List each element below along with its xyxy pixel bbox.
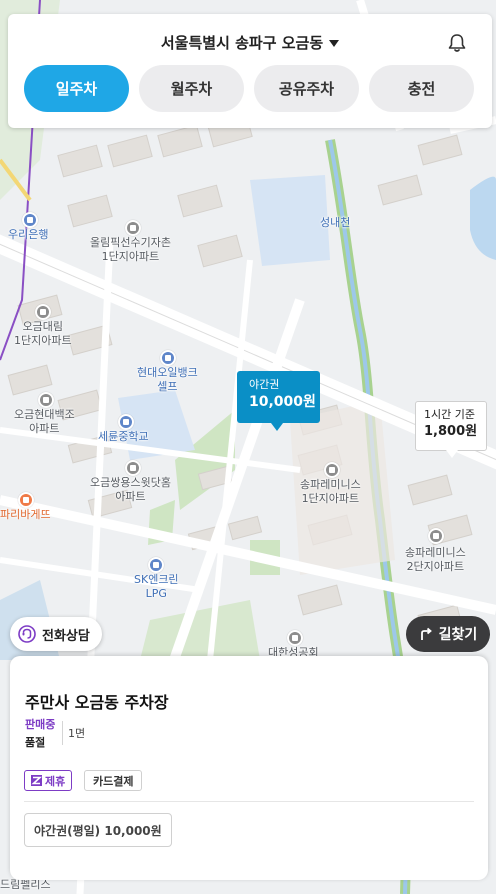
location-selector[interactable]: 서울특별시 송파구 오금동	[8, 32, 492, 53]
directions-button[interactable]: 길찾기	[406, 616, 490, 652]
sheet-divider	[24, 801, 474, 802]
apartment-icon	[35, 304, 51, 320]
map-label-hyundai-oil: 현대오일뱅크 셀프	[137, 366, 198, 393]
status-divider	[62, 721, 63, 745]
map-label-olympic-village: 올림픽선수기자촌 1단지아파트	[90, 236, 171, 263]
partner-badge-label: 제휴	[45, 774, 66, 788]
parking-slots: 1면	[68, 727, 86, 740]
parking-marker-selected[interactable]: 야간권 10,000원	[237, 371, 320, 431]
headset-icon	[18, 625, 36, 643]
map-label-ogeum-daelim: 오금대림 1단지아파트	[14, 320, 72, 347]
map-label-bank: 우리은행	[8, 228, 49, 241]
partner-logo-icon	[31, 775, 43, 786]
map-label-ssangyong: 오금쌍용스윗닷홈 아파트	[90, 476, 171, 503]
location-label: 서울특별시 송파구 오금동	[160, 34, 324, 52]
apartment-icon	[428, 528, 444, 544]
gas-station-icon	[160, 350, 176, 366]
marker-ticket-type: 1시간 기준	[424, 408, 475, 421]
map-label-seongnaecheon: 성내천	[320, 216, 351, 229]
parking-marker[interactable]: 1시간 기준 1,800원	[415, 401, 487, 458]
gas-station-icon	[148, 557, 164, 573]
apartment-icon	[38, 392, 54, 408]
map-label-ogeum-hyundai: 오금현대백조 아파트	[14, 408, 75, 435]
marker-ticket-type: 야간권	[249, 378, 280, 391]
tab-shared[interactable]: 공유주차	[254, 65, 359, 112]
directions-label: 길찾기	[438, 627, 478, 643]
parking-detail-sheet[interactable]: 주만사 오금동 주차장 판매중 품절 1면 제휴 카드결제 야간권(평일) 10…	[10, 656, 488, 880]
apartment-icon	[324, 462, 340, 478]
phone-consult-label: 전화상담	[42, 628, 90, 644]
church-icon	[287, 630, 303, 646]
school-icon	[118, 414, 134, 430]
apartment-icon	[125, 460, 141, 476]
card-payment-badge: 카드결제	[84, 770, 143, 791]
bank-icon	[22, 212, 38, 228]
marker-price: 10,000원	[249, 394, 316, 410]
map-label-songpa-remimis-1: 송파레미니스 1단지아파트	[300, 478, 361, 505]
top-panel: 서울특별시 송파구 오금동 일주차 월주차 공유주차 충전	[8, 14, 492, 128]
bell-icon[interactable]	[448, 33, 466, 53]
marker-price: 1,800원	[424, 424, 478, 439]
status-sold-out: 품절	[25, 736, 46, 749]
apartment-icon	[125, 220, 141, 236]
partner-badge: 제휴	[24, 770, 73, 791]
map-label-paris: 파리바게뜨	[0, 508, 51, 521]
map-label-songpa-remimis-2: 송파레미니스 2단지아파트	[405, 546, 466, 573]
turn-right-icon	[420, 627, 432, 640]
tab-monthly[interactable]: 월주차	[139, 65, 244, 112]
map-label-seryun-school: 세륜중학교	[98, 430, 149, 443]
parking-type-tabs: 일주차 월주차 공유주차 충전	[24, 65, 474, 112]
caret-down-icon	[329, 40, 340, 47]
parking-lot-name: 주만사 오금동 주차장	[25, 693, 169, 712]
bakery-icon	[18, 492, 34, 508]
tab-charging[interactable]: 충전	[369, 65, 474, 112]
status-on-sale: 판매중	[25, 718, 56, 731]
phone-consult-button[interactable]: 전화상담	[10, 617, 102, 651]
ticket-price-chip[interactable]: 야간권(평일) 10,000원	[24, 813, 172, 847]
map-label-bottom-left: 드림펠리스	[0, 878, 51, 891]
map-label-sk-lpg: SK엔크린 LPG	[134, 573, 179, 600]
tab-daily[interactable]: 일주차	[24, 65, 129, 112]
